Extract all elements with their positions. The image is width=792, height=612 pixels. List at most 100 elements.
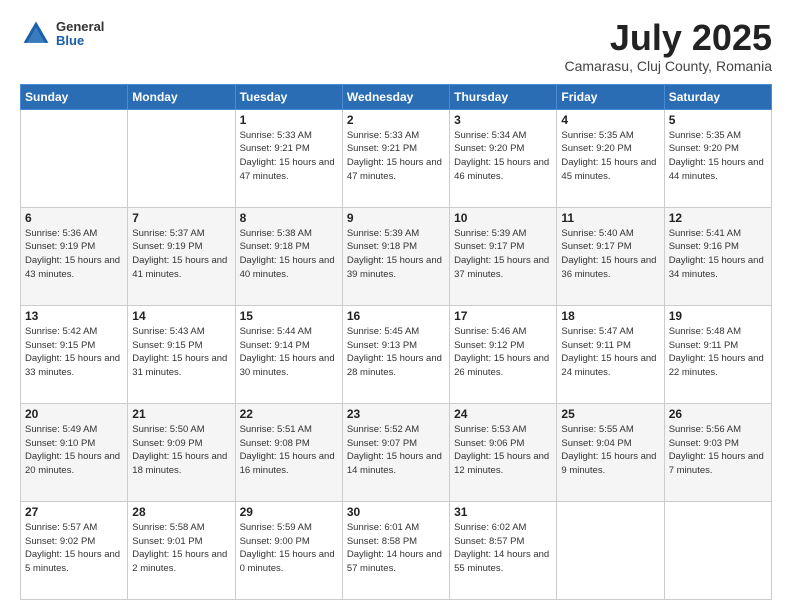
calendar-week-row: 13 Sunrise: 5:42 AM Sunset: 9:15 PM Dayli… xyxy=(21,305,772,403)
day-info: Sunrise: 6:02 AM Sunset: 8:57 PM Dayligh… xyxy=(454,521,552,576)
col-monday: Monday xyxy=(128,84,235,109)
day-number: 25 xyxy=(561,407,659,421)
day-number: 31 xyxy=(454,505,552,519)
table-row: 16 Sunrise: 5:45 AM Sunset: 9:13 PM Dayli… xyxy=(342,305,449,403)
table-row: 17 Sunrise: 5:46 AM Sunset: 9:12 PM Dayli… xyxy=(450,305,557,403)
table-row: 7Sunrise: 5:37 AM Sunset: 9:19 PM Daylig… xyxy=(128,207,235,305)
col-saturday: Saturday xyxy=(664,84,771,109)
col-friday: Friday xyxy=(557,84,664,109)
day-number: 2 xyxy=(347,113,445,127)
day-info: Sunrise: 5:34 AM Sunset: 9:20 PM Dayligh… xyxy=(454,129,552,184)
day-number: 27 xyxy=(25,505,123,519)
table-row: 30 Sunrise: 6:01 AM Sunset: 8:58 PM Dayli… xyxy=(342,501,449,599)
table-row: 26 Sunrise: 5:56 AM Sunset: 9:03 PM Dayli… xyxy=(664,403,771,501)
day-number: 6 xyxy=(25,211,123,225)
day-info: Sunrise: 5:51 AM Sunset: 9:08 PM Dayligh… xyxy=(240,423,338,478)
day-info: Sunrise: 5:53 AM Sunset: 9:06 PM Dayligh… xyxy=(454,423,552,478)
day-info: Sunrise: 5:47 AM Sunset: 9:11 PM Dayligh… xyxy=(561,325,659,380)
logo: General Blue xyxy=(20,18,104,50)
table-row: 15Sunrise: 5:44 AM Sunset: 9:14 PM Dayli… xyxy=(235,305,342,403)
day-info: Sunrise: 5:57 AM Sunset: 9:02 PM Dayligh… xyxy=(25,521,123,576)
day-info: Sunrise: 5:33 AM Sunset: 9:21 PM Dayligh… xyxy=(347,129,445,184)
day-info: Sunrise: 5:56 AM Sunset: 9:03 PM Dayligh… xyxy=(669,423,767,478)
table-row: 9 Sunrise: 5:39 AM Sunset: 9:18 PM Daylig… xyxy=(342,207,449,305)
day-info: Sunrise: 5:42 AM Sunset: 9:15 PM Dayligh… xyxy=(25,325,123,380)
col-wednesday: Wednesday xyxy=(342,84,449,109)
day-info: Sunrise: 5:33 AM Sunset: 9:21 PM Dayligh… xyxy=(240,129,338,184)
day-info: Sunrise: 5:46 AM Sunset: 9:12 PM Dayligh… xyxy=(454,325,552,380)
table-row: 27 Sunrise: 5:57 AM Sunset: 9:02 PM Dayli… xyxy=(21,501,128,599)
table-row: 13 Sunrise: 5:42 AM Sunset: 9:15 PM Dayli… xyxy=(21,305,128,403)
table-row: 11 Sunrise: 5:40 AM Sunset: 9:17 PM Dayli… xyxy=(557,207,664,305)
table-row: 31 Sunrise: 6:02 AM Sunset: 8:57 PM Dayli… xyxy=(450,501,557,599)
calendar-week-row: 27 Sunrise: 5:57 AM Sunset: 9:02 PM Dayli… xyxy=(21,501,772,599)
logo-text: General Blue xyxy=(56,20,104,49)
day-number: 4 xyxy=(561,113,659,127)
table-row: 18Sunrise: 5:47 AM Sunset: 9:11 PM Dayli… xyxy=(557,305,664,403)
day-number: 13 xyxy=(25,309,123,323)
day-info: Sunrise: 6:01 AM Sunset: 8:58 PM Dayligh… xyxy=(347,521,445,576)
col-thursday: Thursday xyxy=(450,84,557,109)
day-info: Sunrise: 5:50 AM Sunset: 9:09 PM Dayligh… xyxy=(132,423,230,478)
table-row: 24 Sunrise: 5:53 AM Sunset: 9:06 PM Dayli… xyxy=(450,403,557,501)
day-number: 30 xyxy=(347,505,445,519)
table-row: 3Sunrise: 5:34 AM Sunset: 9:20 PM Daylig… xyxy=(450,109,557,207)
day-info: Sunrise: 5:36 AM Sunset: 9:19 PM Dayligh… xyxy=(25,227,123,282)
day-info: Sunrise: 5:39 AM Sunset: 9:18 PM Dayligh… xyxy=(347,227,445,282)
day-number: 12 xyxy=(669,211,767,225)
day-number: 17 xyxy=(454,309,552,323)
day-number: 9 xyxy=(347,211,445,225)
table-row: 5Sunrise: 5:35 AM Sunset: 9:20 PM Daylig… xyxy=(664,109,771,207)
day-number: 26 xyxy=(669,407,767,421)
table-row: 10Sunrise: 5:39 AM Sunset: 9:17 PM Dayli… xyxy=(450,207,557,305)
page: General Blue July 2025 Camarasu, Cluj Co… xyxy=(0,0,792,612)
day-number: 16 xyxy=(347,309,445,323)
day-number: 23 xyxy=(347,407,445,421)
day-info: Sunrise: 5:58 AM Sunset: 9:01 PM Dayligh… xyxy=(132,521,230,576)
day-info: Sunrise: 5:41 AM Sunset: 9:16 PM Dayligh… xyxy=(669,227,767,282)
day-info: Sunrise: 5:39 AM Sunset: 9:17 PM Dayligh… xyxy=(454,227,552,282)
table-row: 21Sunrise: 5:50 AM Sunset: 9:09 PM Dayli… xyxy=(128,403,235,501)
table-row: 14 Sunrise: 5:43 AM Sunset: 9:15 PM Dayli… xyxy=(128,305,235,403)
table-row: 20 Sunrise: 5:49 AM Sunset: 9:10 PM Dayli… xyxy=(21,403,128,501)
day-number: 8 xyxy=(240,211,338,225)
day-number: 29 xyxy=(240,505,338,519)
day-number: 20 xyxy=(25,407,123,421)
table-row: 29 Sunrise: 5:59 AM Sunset: 9:00 PM Dayli… xyxy=(235,501,342,599)
table-row: 4Sunrise: 5:35 AM Sunset: 9:20 PM Daylig… xyxy=(557,109,664,207)
col-tuesday: Tuesday xyxy=(235,84,342,109)
subtitle: Camarasu, Cluj County, Romania xyxy=(565,58,773,74)
day-number: 28 xyxy=(132,505,230,519)
title-block: July 2025 Camarasu, Cluj County, Romania xyxy=(565,18,773,74)
day-number: 24 xyxy=(454,407,552,421)
logo-icon xyxy=(20,18,52,50)
day-number: 14 xyxy=(132,309,230,323)
table-row: 8Sunrise: 5:38 AM Sunset: 9:18 PM Daylig… xyxy=(235,207,342,305)
day-info: Sunrise: 5:55 AM Sunset: 9:04 PM Dayligh… xyxy=(561,423,659,478)
calendar-header-row: Sunday Monday Tuesday Wednesday Thursday… xyxy=(21,84,772,109)
table-row xyxy=(664,501,771,599)
day-info: Sunrise: 5:44 AM Sunset: 9:14 PM Dayligh… xyxy=(240,325,338,380)
day-info: Sunrise: 5:48 AM Sunset: 9:11 PM Dayligh… xyxy=(669,325,767,380)
day-info: Sunrise: 5:52 AM Sunset: 9:07 PM Dayligh… xyxy=(347,423,445,478)
day-info: Sunrise: 5:40 AM Sunset: 9:17 PM Dayligh… xyxy=(561,227,659,282)
calendar-week-row: 20 Sunrise: 5:49 AM Sunset: 9:10 PM Dayli… xyxy=(21,403,772,501)
day-number: 1 xyxy=(240,113,338,127)
table-row: 22Sunrise: 5:51 AM Sunset: 9:08 PM Dayli… xyxy=(235,403,342,501)
table-row: 2 Sunrise: 5:33 AM Sunset: 9:21 PM Daylig… xyxy=(342,109,449,207)
table-row: 25 Sunrise: 5:55 AM Sunset: 9:04 PM Dayli… xyxy=(557,403,664,501)
table-row: 28 Sunrise: 5:58 AM Sunset: 9:01 PM Dayli… xyxy=(128,501,235,599)
day-info: Sunrise: 5:43 AM Sunset: 9:15 PM Dayligh… xyxy=(132,325,230,380)
header: General Blue July 2025 Camarasu, Cluj Co… xyxy=(20,18,772,74)
table-row: 12 Sunrise: 5:41 AM Sunset: 9:16 PM Dayli… xyxy=(664,207,771,305)
day-info: Sunrise: 5:35 AM Sunset: 9:20 PM Dayligh… xyxy=(669,129,767,184)
logo-blue-text: Blue xyxy=(56,34,104,48)
table-row xyxy=(557,501,664,599)
day-info: Sunrise: 5:59 AM Sunset: 9:00 PM Dayligh… xyxy=(240,521,338,576)
table-row: 6 Sunrise: 5:36 AM Sunset: 9:19 PM Daylig… xyxy=(21,207,128,305)
day-info: Sunrise: 5:37 AM Sunset: 9:19 PM Dayligh… xyxy=(132,227,230,282)
day-number: 11 xyxy=(561,211,659,225)
day-info: Sunrise: 5:45 AM Sunset: 9:13 PM Dayligh… xyxy=(347,325,445,380)
day-info: Sunrise: 5:49 AM Sunset: 9:10 PM Dayligh… xyxy=(25,423,123,478)
table-row: 1 Sunrise: 5:33 AM Sunset: 9:21 PM Daylig… xyxy=(235,109,342,207)
